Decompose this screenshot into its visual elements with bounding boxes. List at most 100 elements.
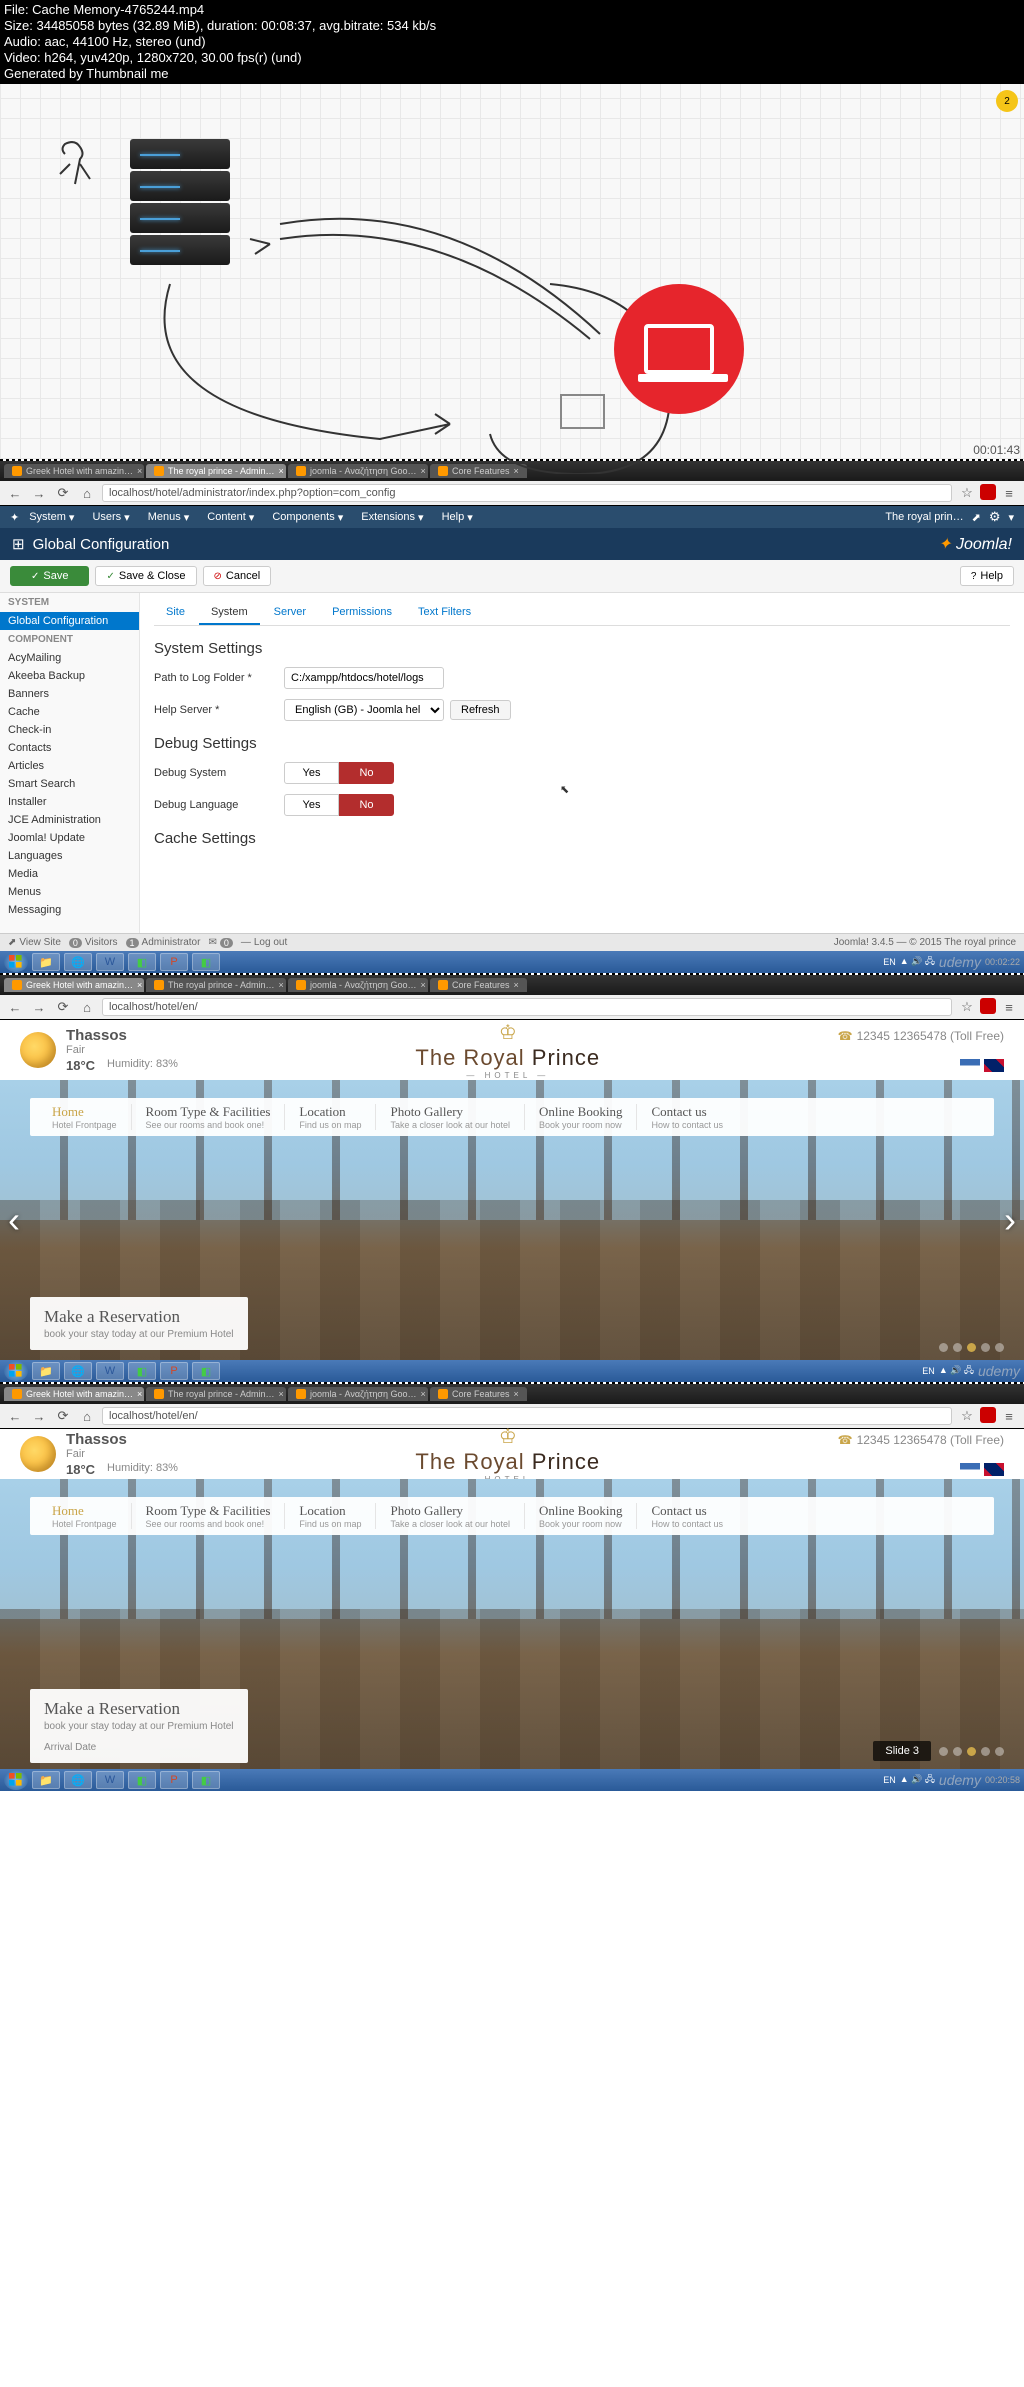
nav-home[interactable]: HomeHotel Frontpage bbox=[38, 1104, 132, 1130]
sidebar-item[interactable]: AcyMailing bbox=[0, 649, 139, 667]
nav-gallery[interactable]: Photo GalleryTake a closer look at our h… bbox=[376, 1104, 525, 1130]
home-button[interactable]: ⌂ bbox=[78, 998, 96, 1016]
nav-rooms[interactable]: Room Type & FacilitiesSee our rooms and … bbox=[132, 1104, 286, 1130]
browser-tab[interactable]: joomla - Αναζήτηση Goo…× bbox=[288, 1387, 428, 1401]
slide-dot[interactable] bbox=[953, 1747, 962, 1756]
flag-english[interactable] bbox=[984, 1463, 1004, 1476]
browser-tab[interactable]: Greek Hotel with amazin…× bbox=[4, 978, 144, 992]
lang-indicator[interactable]: EN bbox=[883, 957, 896, 967]
reload-button[interactable]: ⟳ bbox=[54, 1407, 72, 1425]
toggle-yes[interactable]: Yes bbox=[284, 794, 339, 816]
tab-site[interactable]: Site bbox=[154, 601, 197, 625]
sidebar-item[interactable]: Cache bbox=[0, 703, 139, 721]
forward-button[interactable]: → bbox=[30, 484, 48, 502]
cancel-button[interactable]: ⊘Cancel bbox=[203, 566, 272, 586]
taskbar-app-icon[interactable]: ◧ bbox=[128, 953, 156, 971]
browser-tab[interactable]: Greek Hotel with amazin…× bbox=[4, 1387, 144, 1401]
taskbar-app-icon[interactable]: ◧ bbox=[192, 1362, 220, 1380]
sidebar-item[interactable]: Messaging bbox=[0, 901, 139, 919]
taskbar-explorer-icon[interactable]: 📁 bbox=[32, 1362, 60, 1380]
slide-dot[interactable] bbox=[953, 1343, 962, 1352]
flag-greek[interactable] bbox=[960, 1059, 980, 1072]
taskbar-app-icon[interactable]: ◧ bbox=[128, 1771, 156, 1789]
nav-home[interactable]: HomeHotel Frontpage bbox=[38, 1503, 132, 1529]
bookmark-icon[interactable]: ☆ bbox=[958, 1407, 976, 1425]
browser-tab[interactable]: joomla - Αναζήτηση Goo…× bbox=[288, 978, 428, 992]
taskbar-chrome-icon[interactable]: 🌐 bbox=[64, 1771, 92, 1789]
sidebar-item[interactable]: Joomla! Update bbox=[0, 829, 139, 847]
menu-menus[interactable]: Menus ▾ bbox=[140, 511, 198, 524]
home-button[interactable]: ⌂ bbox=[78, 484, 96, 502]
menu-users[interactable]: Users ▾ bbox=[84, 511, 137, 524]
slide-dot[interactable] bbox=[967, 1343, 976, 1352]
sidebar-item[interactable]: JCE Administration bbox=[0, 811, 139, 829]
slide-dot[interactable] bbox=[939, 1343, 948, 1352]
tab-server[interactable]: Server bbox=[262, 601, 318, 625]
gear-icon[interactable]: ⚙ bbox=[989, 509, 1001, 525]
taskbar-app-icon[interactable]: ◧ bbox=[192, 953, 220, 971]
chevron-down-icon[interactable]: ▾ bbox=[1008, 511, 1014, 524]
sidebar-item[interactable]: Menus bbox=[0, 883, 139, 901]
bookmark-icon[interactable]: ☆ bbox=[958, 484, 976, 502]
taskbar-chrome-icon[interactable]: 🌐 bbox=[64, 953, 92, 971]
nav-contact[interactable]: Contact usHow to contact us bbox=[637, 1104, 737, 1130]
taskbar-explorer-icon[interactable]: 📁 bbox=[32, 953, 60, 971]
toggle-yes[interactable]: Yes bbox=[284, 762, 339, 784]
back-button[interactable]: ← bbox=[6, 1407, 24, 1425]
reload-button[interactable]: ⟳ bbox=[54, 998, 72, 1016]
nav-booking[interactable]: Online BookingBook your room now bbox=[525, 1503, 637, 1529]
toggle-no[interactable]: No bbox=[339, 794, 394, 816]
slide-dot[interactable] bbox=[995, 1343, 1004, 1352]
bookmark-icon[interactable]: ☆ bbox=[958, 998, 976, 1016]
sidebar-item[interactable]: Languages bbox=[0, 847, 139, 865]
tray-icons[interactable]: ▲ 🔊 🖧 bbox=[939, 1363, 974, 1379]
logout-link[interactable]: — Log out bbox=[241, 937, 287, 948]
back-button[interactable]: ← bbox=[6, 484, 24, 502]
sidebar-item[interactable]: Banners bbox=[0, 685, 139, 703]
taskbar-word-icon[interactable]: W bbox=[96, 1362, 124, 1380]
menu-system[interactable]: System ▾ bbox=[21, 511, 82, 524]
browser-tab[interactable]: The royal prince - Admin…× bbox=[146, 1387, 286, 1401]
menu-icon[interactable]: ≡ bbox=[1000, 998, 1018, 1016]
tray-icons[interactable]: ▲ 🔊 🖧 bbox=[900, 1772, 935, 1788]
slide-dot[interactable] bbox=[995, 1747, 1004, 1756]
nav-rooms[interactable]: Room Type & FacilitiesSee our rooms and … bbox=[132, 1503, 286, 1529]
sidebar-item[interactable]: Akeeba Backup bbox=[0, 667, 139, 685]
extension-icon[interactable] bbox=[980, 1407, 996, 1423]
url-input[interactable]: localhost/hotel/administrator/index.php?… bbox=[102, 484, 952, 502]
tab-text-filters[interactable]: Text Filters bbox=[406, 601, 483, 625]
sidebar-item[interactable]: Installer bbox=[0, 793, 139, 811]
menu-components[interactable]: Components ▾ bbox=[264, 511, 351, 524]
hotel-logo[interactable]: ♔ The Royal Prince — HOTEL — bbox=[178, 1020, 838, 1080]
url-input[interactable]: localhost/hotel/en/ bbox=[102, 1407, 952, 1425]
sidebar-item[interactable]: Media bbox=[0, 865, 139, 883]
extension-icon[interactable] bbox=[980, 998, 996, 1014]
flag-english[interactable] bbox=[984, 1059, 1004, 1072]
taskbar-app-icon[interactable]: ◧ bbox=[128, 1362, 156, 1380]
tab-system[interactable]: System bbox=[199, 601, 260, 625]
nav-location[interactable]: LocationFind us on map bbox=[285, 1503, 376, 1529]
save-close-button[interactable]: ✓Save & Close bbox=[95, 566, 196, 586]
nav-location[interactable]: LocationFind us on map bbox=[285, 1104, 376, 1130]
slide-dot[interactable] bbox=[981, 1343, 990, 1352]
tray-icons[interactable]: ▲ 🔊 🖧 bbox=[900, 954, 935, 970]
taskbar-ppt-icon[interactable]: P bbox=[160, 1362, 188, 1380]
sidebar-item[interactable]: Articles bbox=[0, 757, 139, 775]
taskbar-chrome-icon[interactable]: 🌐 bbox=[64, 1362, 92, 1380]
taskbar-ppt-icon[interactable]: P bbox=[160, 953, 188, 971]
input-log-folder[interactable] bbox=[284, 667, 444, 689]
view-site-link[interactable]: ⬈ View Site bbox=[8, 937, 61, 948]
slider-prev-button[interactable]: ‹ bbox=[8, 1199, 20, 1241]
flag-greek[interactable] bbox=[960, 1463, 980, 1476]
menu-icon[interactable]: ≡ bbox=[1000, 484, 1018, 502]
slide-dot[interactable] bbox=[981, 1747, 990, 1756]
nav-gallery[interactable]: Photo GalleryTake a closer look at our h… bbox=[376, 1503, 525, 1529]
sidebar-item-global-config[interactable]: Global Configuration bbox=[0, 612, 139, 630]
browser-tab[interactable]: The royal prince - Admin…× bbox=[146, 978, 286, 992]
messages-count[interactable]: ✉ 0 bbox=[208, 937, 232, 948]
start-button[interactable] bbox=[4, 1361, 28, 1381]
nav-contact[interactable]: Contact usHow to contact us bbox=[637, 1503, 737, 1529]
sidebar-item[interactable]: Contacts bbox=[0, 739, 139, 757]
hotel-logo[interactable]: ♔ The Royal Prince — HOTEL — bbox=[178, 1424, 838, 1484]
forward-button[interactable]: → bbox=[30, 1407, 48, 1425]
